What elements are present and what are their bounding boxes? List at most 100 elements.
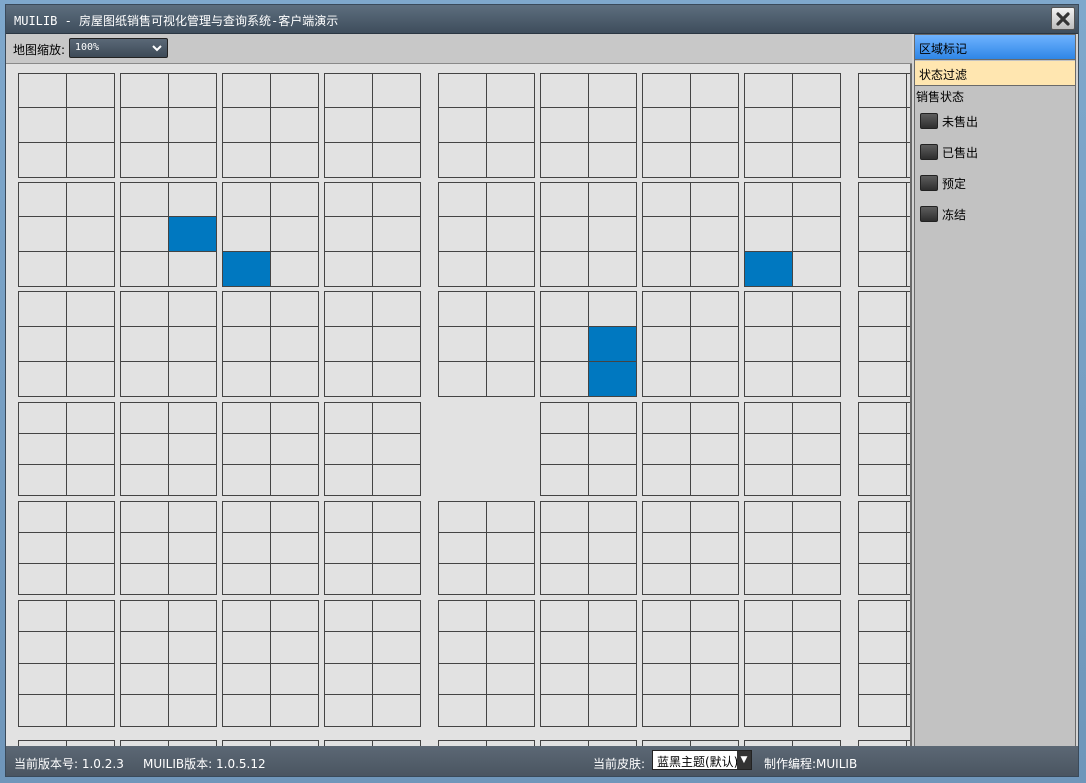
- house-unit[interactable]: [690, 464, 739, 496]
- house-unit[interactable]: [642, 693, 691, 727]
- house-unit[interactable]: [588, 693, 637, 727]
- house-unit[interactable]: [858, 73, 907, 109]
- house-unit[interactable]: [588, 563, 637, 595]
- house-unit[interactable]: [642, 73, 691, 109]
- house-unit[interactable]: [438, 73, 487, 109]
- legend-frozen[interactable]: 冻结: [920, 204, 966, 224]
- house-unit[interactable]: [120, 182, 169, 218]
- house-unit[interactable]: [744, 291, 793, 327]
- house-unit[interactable]: [270, 107, 319, 144]
- house-unit[interactable]: [270, 600, 319, 633]
- house-unit[interactable]: [906, 563, 910, 595]
- house-unit[interactable]: [792, 73, 841, 109]
- house-unit[interactable]: [168, 107, 217, 144]
- house-unit[interactable]: [120, 326, 169, 362]
- house-unit[interactable]: [642, 532, 691, 564]
- house-unit[interactable]: [372, 631, 421, 665]
- house-unit[interactable]: [486, 291, 535, 327]
- house-unit[interactable]: [486, 631, 535, 665]
- house-unit[interactable]: [438, 326, 487, 362]
- house-unit[interactable]: [66, 631, 115, 665]
- house-unit[interactable]: [18, 563, 67, 595]
- house-unit[interactable]: [906, 326, 910, 362]
- house-unit[interactable]: [690, 600, 739, 633]
- house-unit[interactable]: [540, 532, 589, 564]
- house-unit[interactable]: [792, 141, 841, 178]
- house-unit[interactable]: [66, 291, 115, 327]
- house-unit[interactable]: [372, 693, 421, 727]
- house-unit[interactable]: [324, 141, 373, 178]
- house-unit[interactable]: [222, 600, 271, 633]
- house-unit[interactable]: [906, 464, 910, 496]
- house-unit[interactable]: [18, 464, 67, 496]
- house-unit[interactable]: [66, 216, 115, 253]
- house-unit[interactable]: [270, 73, 319, 109]
- house-unit[interactable]: [120, 73, 169, 109]
- house-unit[interactable]: [858, 141, 907, 178]
- house-unit[interactable]: [120, 600, 169, 633]
- house-unit[interactable]: [906, 662, 910, 696]
- house-unit[interactable]: [690, 662, 739, 696]
- house-unit[interactable]: [372, 291, 421, 327]
- house-unit[interactable]: [120, 361, 169, 397]
- house-unit[interactable]: [540, 250, 589, 287]
- house-unit[interactable]: [588, 216, 637, 253]
- house-unit[interactable]: [540, 326, 589, 362]
- house-unit[interactable]: [744, 73, 793, 109]
- house-unit[interactable]: [66, 107, 115, 144]
- house-unit[interactable]: [324, 464, 373, 496]
- house-unit[interactable]: [222, 662, 271, 696]
- house-unit[interactable]: [66, 361, 115, 397]
- house-unit[interactable]: [66, 433, 115, 465]
- house-unit[interactable]: [540, 563, 589, 595]
- house-unit[interactable]: [120, 662, 169, 696]
- house-unit[interactable]: [66, 532, 115, 564]
- house-unit[interactable]: [18, 402, 67, 434]
- house-unit[interactable]: [66, 501, 115, 533]
- house-unit[interactable]: [906, 73, 910, 109]
- house-unit[interactable]: [744, 216, 793, 253]
- house-unit[interactable]: [540, 73, 589, 109]
- house-unit[interactable]: [690, 693, 739, 727]
- house-unit[interactable]: [858, 291, 907, 327]
- house-unit[interactable]: [540, 361, 589, 397]
- house-unit[interactable]: [792, 250, 841, 287]
- house-unit[interactable]: [372, 250, 421, 287]
- house-unit[interactable]: [588, 182, 637, 218]
- house-unit[interactable]: [792, 402, 841, 434]
- house-unit[interactable]: [792, 107, 841, 144]
- house-unit[interactable]: [270, 291, 319, 327]
- house-unit[interactable]: [222, 326, 271, 362]
- house-unit[interactable]: [168, 464, 217, 496]
- house-unit[interactable]: [540, 631, 589, 665]
- house-unit[interactable]: [486, 501, 535, 533]
- house-unit[interactable]: [744, 631, 793, 665]
- house-unit[interactable]: [642, 250, 691, 287]
- house-unit[interactable]: [222, 182, 271, 218]
- house-unit[interactable]: [486, 250, 535, 287]
- house-unit[interactable]: [372, 532, 421, 564]
- house-unit[interactable]: [906, 433, 910, 465]
- house-unit[interactable]: [18, 693, 67, 727]
- house-unit[interactable]: [588, 600, 637, 633]
- house-unit[interactable]: [438, 501, 487, 533]
- house-unit[interactable]: [270, 433, 319, 465]
- house-unit[interactable]: [438, 141, 487, 178]
- house-unit[interactable]: [588, 326, 637, 362]
- house-unit[interactable]: [906, 182, 910, 218]
- house-unit[interactable]: [642, 216, 691, 253]
- house-unit[interactable]: [486, 182, 535, 218]
- house-unit[interactable]: [222, 501, 271, 533]
- house-unit[interactable]: [324, 107, 373, 144]
- house-unit[interactable]: [324, 326, 373, 362]
- house-unit[interactable]: [270, 216, 319, 253]
- house-unit[interactable]: [168, 631, 217, 665]
- house-unit[interactable]: [690, 402, 739, 434]
- house-unit[interactable]: [858, 433, 907, 465]
- house-unit[interactable]: [18, 326, 67, 362]
- house-unit[interactable]: [858, 631, 907, 665]
- house-unit[interactable]: [690, 182, 739, 218]
- house-unit[interactable]: [690, 141, 739, 178]
- house-unit[interactable]: [906, 361, 910, 397]
- house-unit[interactable]: [324, 631, 373, 665]
